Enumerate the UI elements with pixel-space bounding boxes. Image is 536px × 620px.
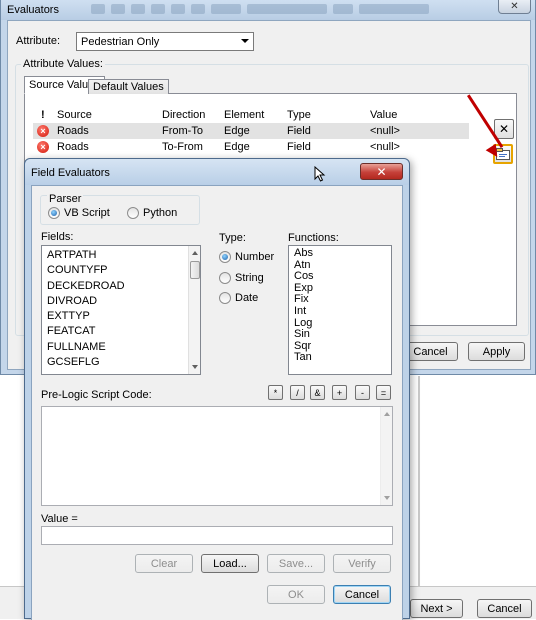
evaluators-cancel-button[interactable]: Cancel xyxy=(403,342,458,361)
radio-type-number[interactable]: Number xyxy=(219,251,274,263)
wizard-cancel-button[interactable]: Cancel xyxy=(477,599,532,618)
parser-label: Parser xyxy=(47,193,84,205)
field-evaluators-cancel-button[interactable]: Cancel xyxy=(333,585,391,604)
titlebar-toolbar-strip xyxy=(91,4,461,16)
mouse-cursor-icon xyxy=(314,166,326,182)
attribute-values-label: Attribute Values: xyxy=(21,58,105,70)
radio-dot xyxy=(127,207,139,219)
divide-button[interactable]: / xyxy=(290,385,305,400)
row-type: Field xyxy=(287,125,311,137)
radio-dot xyxy=(219,251,231,263)
list-item[interactable]: Abs xyxy=(289,248,391,260)
radio-string-label: String xyxy=(235,272,264,284)
row-value: <null> xyxy=(370,125,400,137)
chevron-down-icon xyxy=(241,39,249,43)
scroll-down-icon[interactable] xyxy=(192,365,198,369)
list-item[interactable]: ARTPATH xyxy=(42,248,200,263)
list-item[interactable]: GCSEFLG xyxy=(42,355,200,370)
field-evaluators-title: Field Evaluators xyxy=(31,167,110,179)
table-row[interactable]: × Roads To-From Edge Field <null> xyxy=(33,139,469,155)
list-item[interactable]: EXTTYP xyxy=(42,309,200,324)
equals-button[interactable]: = xyxy=(376,385,391,400)
attribute-label: Attribute: xyxy=(16,35,61,47)
error-icon: × xyxy=(37,141,49,153)
evaluators-titlebar: Evaluators ✕ xyxy=(1,0,535,20)
verify-button[interactable]: Verify xyxy=(333,554,391,573)
type-label: Type: xyxy=(219,232,246,244)
wizard-divider xyxy=(418,376,420,586)
radio-type-date[interactable]: Date xyxy=(219,292,258,304)
clear-button[interactable]: Clear xyxy=(135,554,193,573)
fields-label: Fields: xyxy=(41,231,74,243)
column-header-source: Source xyxy=(57,109,92,121)
table-row[interactable]: × Roads From-To Edge Field <null> xyxy=(33,123,469,139)
list-item[interactable]: DECKEDROAD xyxy=(42,279,200,294)
load-button[interactable]: Load... xyxy=(201,554,259,573)
functions-list[interactable]: Abs Atn Cos Exp Fix Int Log Sin Sqr Tan xyxy=(288,245,392,375)
scroll-down-icon[interactable] xyxy=(384,496,390,500)
scroll-up-icon[interactable] xyxy=(192,251,198,255)
row-direction: To-From xyxy=(162,141,203,153)
column-header-direction: Direction xyxy=(162,109,206,121)
list-item[interactable]: COUNTYFP xyxy=(42,263,200,278)
ok-button[interactable]: OK xyxy=(267,585,325,604)
row-type: Field xyxy=(287,141,311,153)
radio-vbscript[interactable]: VB Script xyxy=(48,207,110,219)
tab-default-values[interactable]: Default Values xyxy=(88,79,169,94)
prelogic-code-input[interactable] xyxy=(41,406,393,506)
column-header-element: Element xyxy=(224,109,265,121)
radio-date-label: Date xyxy=(235,292,259,304)
list-item[interactable]: Int xyxy=(289,306,391,318)
radio-dot xyxy=(219,292,231,304)
evaluators-title: Evaluators xyxy=(7,4,59,16)
scroll-up-icon[interactable] xyxy=(384,412,390,416)
list-item[interactable]: Tan xyxy=(289,352,391,364)
value-expression-input[interactable] xyxy=(41,526,393,545)
source-values-grid: ! Source Direction Element Type Value × … xyxy=(33,107,469,155)
radio-number-label: Number xyxy=(235,251,275,263)
multiply-button[interactable]: * xyxy=(268,385,283,400)
value-label: Value = xyxy=(41,513,78,525)
plus-button[interactable]: + xyxy=(332,385,347,400)
column-header-status: ! xyxy=(41,109,45,121)
list-item[interactable]: Sin xyxy=(289,329,391,341)
list-item[interactable]: DIVROAD xyxy=(42,294,200,309)
evaluators-close-icon[interactable]: ✕ xyxy=(498,0,531,14)
apply-button[interactable]: Apply xyxy=(468,342,525,361)
close-icon[interactable]: ✕ xyxy=(360,163,403,180)
column-header-type: Type xyxy=(287,109,311,121)
error-icon: × xyxy=(37,125,49,137)
list-item[interactable]: FEATCAT xyxy=(42,324,200,339)
save-button[interactable]: Save... xyxy=(267,554,325,573)
row-source: Roads xyxy=(57,125,89,137)
concat-button[interactable]: & xyxy=(310,385,325,400)
prelogic-label: Pre-Logic Script Code: xyxy=(41,389,152,401)
row-element: Edge xyxy=(224,125,250,137)
row-source: Roads xyxy=(57,141,89,153)
radio-dot xyxy=(48,207,60,219)
prelogic-scrollbar[interactable] xyxy=(380,407,392,505)
fields-list[interactable]: ARTPATH COUNTYFP DECKEDROAD DIVROAD EXTT… xyxy=(41,245,201,375)
radio-python-label: Python xyxy=(143,207,178,219)
attribute-select-value: Pedestrian Only xyxy=(81,35,160,48)
list-item[interactable]: FULLNAME xyxy=(42,340,200,355)
radio-type-string[interactable]: String xyxy=(219,272,264,284)
attribute-select[interactable]: Pedestrian Only xyxy=(76,32,254,51)
functions-label: Functions: xyxy=(288,232,339,244)
scroll-thumb[interactable] xyxy=(190,261,200,279)
next-button[interactable]: Next > xyxy=(410,599,463,618)
row-direction: From-To xyxy=(162,125,203,137)
field-evaluators-titlebar: Field Evaluators ✕ xyxy=(25,159,409,185)
radio-dot xyxy=(219,272,231,284)
column-header-value: Value xyxy=(370,109,398,121)
row-element: Edge xyxy=(224,141,250,153)
fields-scrollbar[interactable] xyxy=(188,246,200,374)
radio-vbscript-label: VB Script xyxy=(64,207,110,219)
radio-python[interactable]: Python xyxy=(127,207,177,219)
row-value: <null> xyxy=(370,141,400,153)
minus-button[interactable]: - xyxy=(355,385,370,400)
grid-header: ! Source Direction Element Type Value xyxy=(33,107,469,123)
